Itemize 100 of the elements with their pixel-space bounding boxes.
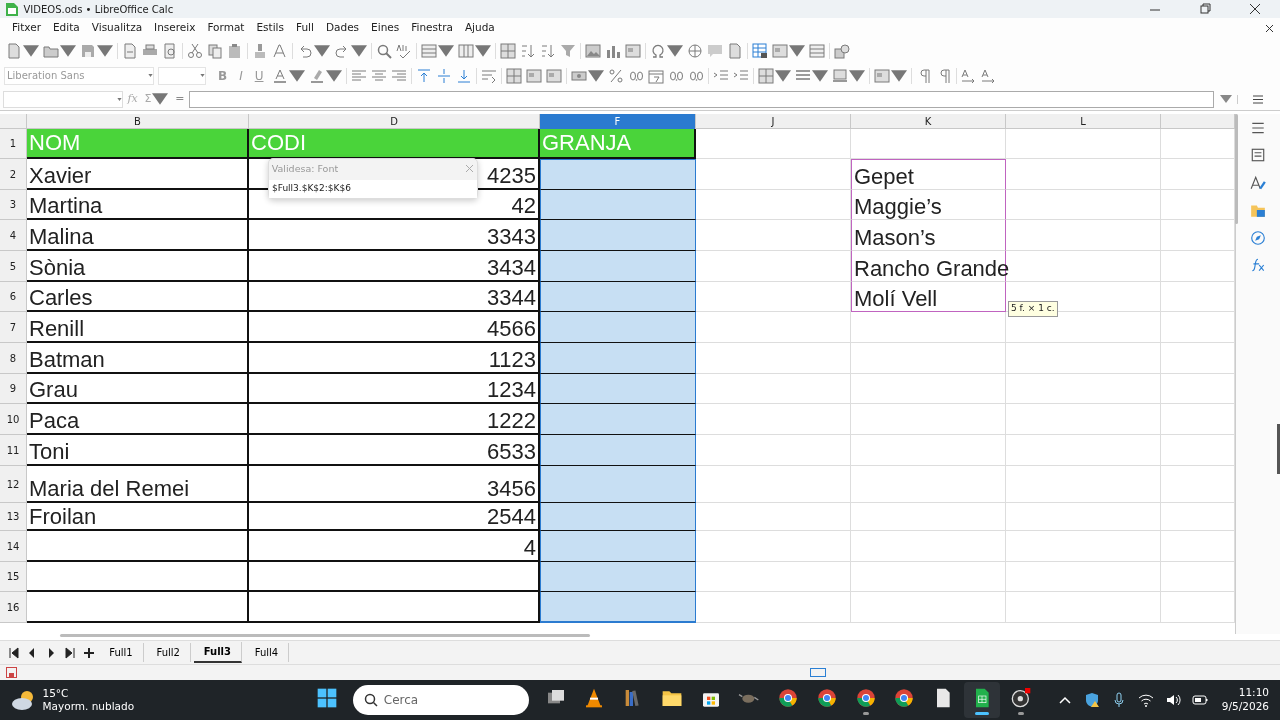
font-size-field[interactable] — [158, 66, 206, 85]
spreadsheet-icon[interactable] — [752, 42, 768, 59]
shield-warning-icon[interactable] — [1084, 692, 1101, 708]
row-header[interactable]: 9 — [0, 374, 27, 404]
table-icon[interactable] — [873, 67, 890, 84]
sidebar-handle[interactable] — [1277, 424, 1280, 474]
table-cell[interactable]: Grau — [27, 374, 249, 404]
menu-item[interactable]: Fitxer — [6, 20, 47, 36]
restore-icon[interactable] — [1198, 2, 1212, 16]
omega-icon[interactable] — [650, 42, 666, 59]
search-field[interactable]: Cerca — [353, 685, 530, 715]
caret-icon[interactable] — [475, 42, 491, 59]
table-cell[interactable] — [540, 435, 696, 466]
align-right-icon[interactable] — [390, 67, 407, 84]
clock-time[interactable]: 11:10 — [1238, 686, 1269, 700]
row-header[interactable]: 1 — [0, 129, 27, 159]
row-header[interactable]: 4 — [0, 220, 27, 251]
clipboard-icon[interactable] — [227, 42, 243, 59]
menu-item[interactable]: Visualitza — [85, 20, 149, 36]
align-bottom-icon[interactable] — [455, 67, 472, 84]
row-header[interactable]: 5 — [0, 251, 27, 282]
table-cell[interactable]: Batman — [27, 343, 249, 374]
sheet-tab[interactable]: Full2 — [146, 643, 191, 662]
column-header[interactable]: L — [1006, 114, 1161, 129]
row-header[interactable]: 7 — [0, 312, 27, 343]
caret-icon[interactable] — [774, 67, 791, 84]
align-left-icon[interactable] — [350, 67, 367, 84]
caret-icon[interactable] — [200, 74, 205, 77]
caret-icon[interactable] — [325, 67, 342, 84]
table-cell[interactable] — [540, 466, 696, 503]
column-header[interactable]: K — [851, 114, 1006, 129]
menu-item[interactable]: Dades — [319, 20, 366, 36]
table-cell[interactable]: Xavier — [27, 159, 249, 190]
caret-icon[interactable] — [667, 42, 683, 59]
caret-icon[interactable] — [97, 42, 113, 59]
table-cell[interactable] — [27, 562, 249, 592]
menu-item[interactable]: Edita — [47, 20, 86, 36]
table-cell[interactable]: Froilan — [27, 503, 249, 531]
table-cell[interactable] — [540, 503, 696, 531]
table-icon[interactable] — [525, 67, 542, 84]
grid-icon[interactable] — [500, 42, 516, 59]
table-cell[interactable] — [540, 220, 696, 251]
text-direction-icon[interactable] — [960, 67, 977, 84]
table-cell[interactable] — [540, 343, 696, 374]
table-cell[interactable]: Renill — [27, 312, 249, 343]
table-cell[interactable]: 1123 — [249, 343, 540, 374]
table-cell[interactable]: 4 — [249, 531, 540, 562]
brush-icon[interactable] — [252, 42, 268, 59]
menu-item[interactable]: Eines — [365, 20, 406, 36]
align-middle-icon[interactable] — [435, 67, 452, 84]
table-cell[interactable]: 3434 — [249, 251, 540, 282]
close-icon[interactable] — [1265, 23, 1274, 33]
row-header[interactable]: 15 — [0, 562, 27, 592]
table-cell[interactable] — [27, 592, 249, 623]
calendar-icon[interactable] — [647, 67, 664, 84]
monitor-icon[interactable] — [831, 67, 848, 84]
caret-icon[interactable] — [148, 74, 153, 77]
table-cell[interactable]: Malina — [27, 220, 249, 251]
grid-icon[interactable] — [505, 67, 522, 84]
table-icon[interactable] — [625, 42, 641, 59]
row-header[interactable]: 8 — [0, 343, 27, 374]
menu-item[interactable]: Insereix — [148, 20, 202, 36]
last-sheet-icon[interactable] — [63, 646, 76, 659]
row-header[interactable]: 6 — [0, 282, 27, 312]
table-cell[interactable]: Sònia — [27, 251, 249, 282]
volume-icon[interactable] — [1165, 692, 1182, 708]
table-cell[interactable]: Molí Vell — [851, 282, 1006, 312]
table-cell[interactable]: 2544 — [249, 503, 540, 531]
caret-icon[interactable] — [848, 67, 865, 84]
row-header[interactable]: 11 — [0, 435, 27, 466]
align-center-icon[interactable] — [370, 67, 387, 84]
table-cell[interactable] — [540, 374, 696, 404]
menu-item[interactable]: Ajuda — [458, 20, 501, 36]
caret-icon[interactable] — [438, 42, 454, 59]
table-cell[interactable] — [540, 312, 696, 343]
caret-icon[interactable] — [811, 67, 828, 84]
comment-icon[interactable] — [707, 42, 723, 59]
caret-icon[interactable] — [152, 91, 169, 107]
row-header[interactable]: 2 — [0, 159, 27, 190]
caret-icon[interactable] — [60, 42, 76, 59]
expand-icon[interactable] — [1219, 94, 1232, 103]
row-header[interactable]: 10 — [0, 404, 27, 435]
compass-icon[interactable] — [1250, 229, 1266, 246]
copy-icon[interactable] — [207, 42, 223, 59]
globe-icon[interactable] — [687, 42, 703, 59]
align-top-icon[interactable] — [415, 67, 432, 84]
table-cell[interactable] — [540, 404, 696, 435]
text-direction-icon[interactable] — [980, 67, 997, 84]
table-cell[interactable]: 4566 — [249, 312, 540, 343]
row-header[interactable]: 3 — [0, 190, 27, 220]
table-cell[interactable]: Maggie’s — [851, 190, 1006, 220]
menu-item[interactable]: Full — [290, 20, 320, 36]
table-cell[interactable] — [540, 531, 696, 562]
caret-icon[interactable] — [890, 67, 907, 84]
percent-icon[interactable] — [607, 67, 624, 84]
table-cell[interactable]: Toni — [27, 435, 249, 466]
function-icon[interactable] — [1250, 257, 1266, 274]
table-cell[interactable] — [540, 282, 696, 312]
shapes-icon[interactable] — [834, 42, 850, 59]
search-icon[interactable] — [376, 42, 392, 59]
